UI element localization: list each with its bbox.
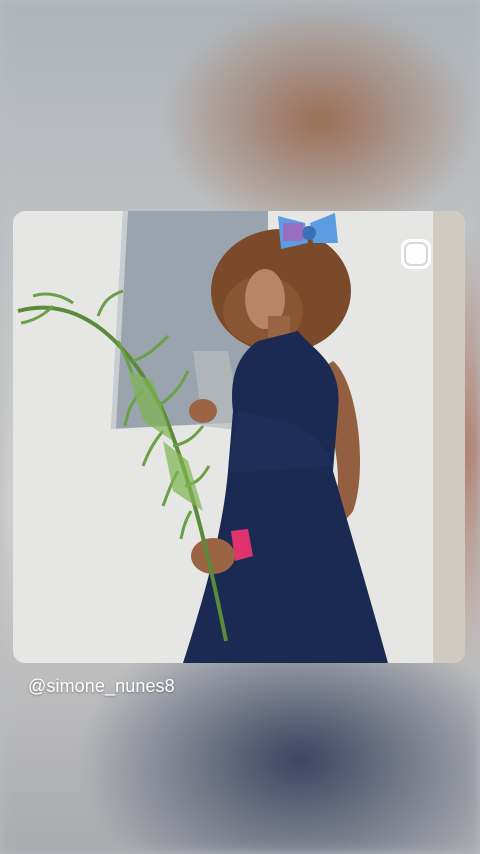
post-photo: [13, 211, 465, 663]
username-label[interactable]: @simone_nunes8: [28, 676, 175, 697]
post-card[interactable]: [13, 211, 465, 663]
instagram-icon[interactable]: [399, 237, 433, 271]
